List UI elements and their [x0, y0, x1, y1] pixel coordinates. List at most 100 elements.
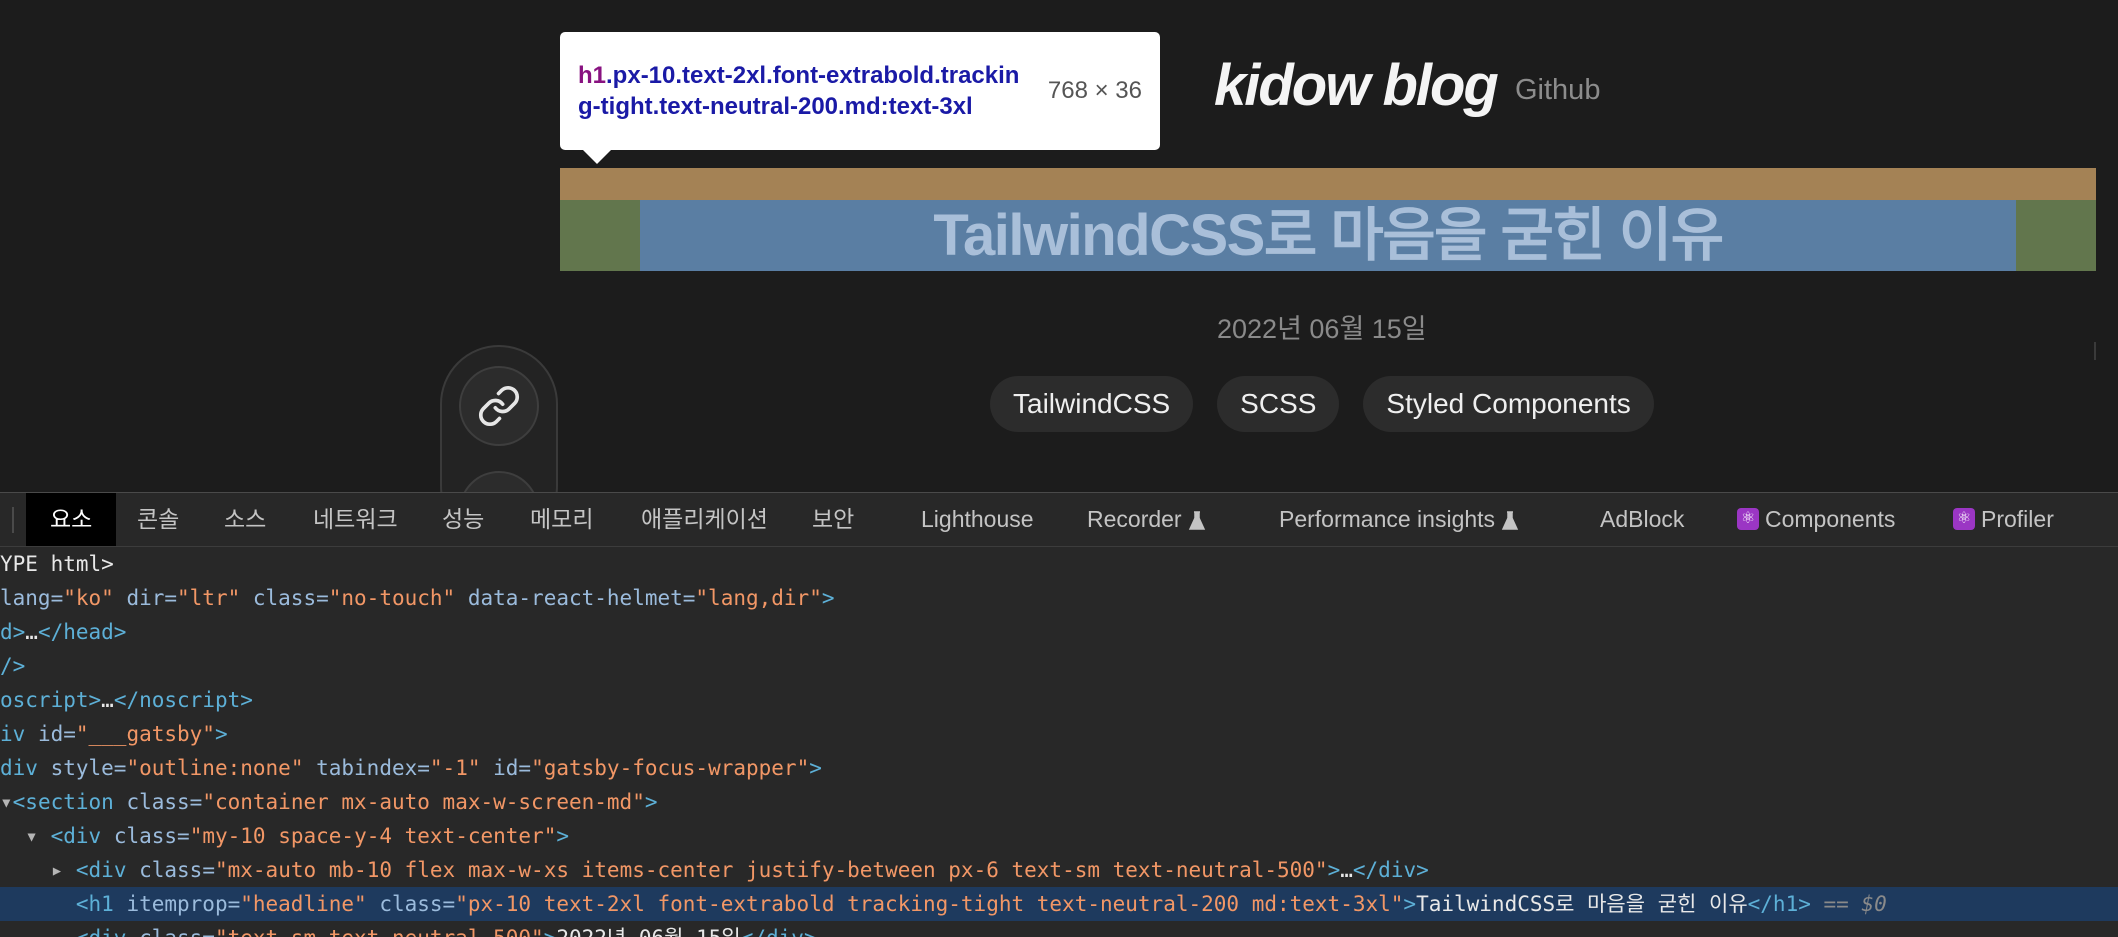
- dom-tag: </h1>: [1747, 892, 1811, 916]
- tab-memory[interactable]: 메모리: [530, 493, 593, 546]
- dom-tag: >: [644, 790, 658, 814]
- tab-adblock[interactable]: AdBlock: [1600, 493, 1684, 546]
- tab-recorder[interactable]: Recorder: [1087, 493, 1206, 546]
- share-bar: [440, 345, 558, 492]
- tab-elements[interactable]: 요소: [26, 493, 117, 546]
- dom-tag: oscript>: [0, 688, 102, 712]
- dom-attr-value: "lang,dir": [695, 586, 822, 610]
- dom-ellipsis: …: [25, 620, 38, 644]
- dom-attr-name: tabindex=: [303, 756, 430, 780]
- dom-tag: >: [821, 586, 835, 610]
- post-date: 2022년 06월 15일: [1217, 314, 1427, 344]
- dom-attr-name: itemprop=: [113, 892, 241, 916]
- nav-github-link[interactable]: Github: [1515, 74, 1600, 107]
- dom-attr-name: class=: [126, 858, 215, 882]
- dom-attr-value: "my-10 space-y-4 text-center": [189, 824, 557, 848]
- tab-recorder-label: Recorder: [1087, 506, 1182, 532]
- dom-text: TailwindCSS로 마음을 굳힌 이유: [1416, 892, 1748, 916]
- tooltip-size: 768 × 36: [1047, 77, 1142, 104]
- dom-tag: div: [0, 756, 38, 780]
- dom-tag: d>: [0, 620, 26, 644]
- dom-tag: </noscript>: [113, 688, 253, 712]
- tab-application[interactable]: 애플리케이션: [641, 493, 768, 546]
- dom-node-div-center[interactable]: ▾ <div class="my-10 space-y-4 text-cente…: [0, 819, 2118, 853]
- flask-icon: [1501, 511, 1519, 530]
- tab-profiler[interactable]: ⚛ Profiler: [1953, 493, 2054, 546]
- devtools-tabbar: 요소 콘솔 소스 네트워크 성능 메모리 애플리케이션 보안 Lighthous…: [0, 493, 2118, 547]
- tag-tailwindcss[interactable]: TailwindCSS: [990, 376, 1194, 432]
- dom-tag: iv: [0, 722, 26, 746]
- dom-tree: YPE html> lang="ko" dir="ltr" class="no-…: [0, 547, 2118, 937]
- expand-arrow-icon[interactable]: ▸: [51, 858, 64, 882]
- dom-node-gatsby[interactable]: iv id="___gatsby">: [0, 717, 2118, 751]
- dom-attr-value: "-1": [429, 756, 481, 780]
- dom-attr-value: "gatsby-focus-wrapper": [531, 756, 810, 780]
- tab-network[interactable]: 네트워크: [313, 493, 398, 546]
- devtools-panel: 요소 콘솔 소스 네트워크 성능 메모리 애플리케이션 보안 Lighthous…: [0, 492, 2118, 937]
- dom-node-html[interactable]: lang="ko" dir="ltr" class="no-touch" dat…: [0, 581, 2118, 615]
- react-icon: ⚛: [1953, 507, 1975, 530]
- tag-styled-components[interactable]: Styled Components: [1363, 376, 1654, 432]
- dom-tag: >: [544, 926, 557, 937]
- dom-tag: >: [1403, 892, 1417, 916]
- dom-tag: <div: [50, 824, 102, 848]
- dom-tag: <section: [12, 790, 114, 814]
- dom-attr-value: "___gatsby": [75, 722, 215, 746]
- dom-attr-name: id=: [25, 722, 76, 746]
- dom-node-focus-wrapper[interactable]: div style="outline:none" tabindex="-1" i…: [0, 751, 2118, 785]
- tab-lighthouse[interactable]: Lighthouse: [921, 493, 1034, 546]
- dom-tag: </div>: [741, 926, 817, 937]
- tab-sources[interactable]: 소스: [224, 493, 266, 546]
- dom-node-div-meta[interactable]: ▸ <div class="mx-auto mb-10 flex max-w-x…: [0, 853, 2118, 887]
- post-headline: TailwindCSS로 마음을 굳힌 이유: [933, 203, 1724, 268]
- collapse-arrow-icon[interactable]: ▾: [0, 790, 13, 814]
- scroll-indicator: [2094, 342, 2096, 360]
- dom-node-noscript[interactable]: oscript>…</noscript>: [0, 683, 2118, 717]
- dom-attr-value: "no-touch": [328, 586, 456, 610]
- dom-attr-value: "headline": [240, 892, 367, 916]
- link-icon: [478, 385, 520, 427]
- react-icon: ⚛: [1737, 507, 1759, 530]
- dom-node-body[interactable]: />: [0, 649, 2118, 683]
- dom-node-head[interactable]: d>…</head>: [0, 615, 2118, 649]
- site-title[interactable]: kidow blog: [1214, 52, 1499, 119]
- collapse-arrow-icon[interactable]: ▾: [25, 824, 38, 848]
- tab-security[interactable]: 보안: [812, 493, 854, 546]
- dom-tag: </div>: [1352, 858, 1429, 882]
- tab-performance[interactable]: 성능: [442, 493, 484, 546]
- dom-tag: <div: [75, 858, 127, 882]
- dom-attr-name: class=: [101, 824, 190, 848]
- dom-attr-name: id=: [480, 756, 532, 780]
- tag-scss[interactable]: SCSS: [1217, 376, 1340, 432]
- highlight-margin-overlay: [560, 168, 2096, 200]
- flask-icon: [1188, 511, 1205, 530]
- inspect-tooltip: h1.px-10.text-2xl.font-extrabold.trackin…: [560, 32, 1160, 164]
- dom-attr-name: data-react-helmet=: [455, 586, 696, 610]
- dom-tag: >: [556, 824, 570, 848]
- dom-attr-name: class=: [113, 790, 203, 814]
- dom-attr-name: class=: [126, 926, 215, 937]
- dom-tag: <h1: [75, 892, 114, 916]
- dom-tag: </head>: [37, 620, 127, 644]
- tab-performance-insights-label: Performance insights: [1279, 506, 1496, 532]
- tab-console[interactable]: 콘솔: [137, 493, 179, 546]
- copy-link-button[interactable]: [459, 366, 539, 446]
- dom-ellipsis: …: [101, 688, 114, 712]
- dom-attr-value: "outline:none": [126, 756, 304, 780]
- dom-attr-name: class=: [366, 892, 456, 916]
- dom-node-doctype[interactable]: YPE html>: [0, 547, 2118, 581]
- dom-attr-value: "mx-auto mb-10 flex max-w-xs items-cente…: [214, 858, 1328, 882]
- share-button[interactable]: [459, 471, 539, 492]
- dom-attr-value: "ko": [63, 586, 114, 610]
- tab-components[interactable]: ⚛ Components: [1737, 493, 1895, 546]
- dom-node-date-div[interactable]: <div class="text-sm text-neutral-500">20…: [0, 921, 2118, 937]
- tab-performance-insights[interactable]: Performance insights: [1279, 493, 1519, 546]
- dom-attr-value: "text-sm text-neutral-500": [215, 926, 544, 937]
- dom-text: 2022년 06월 15일: [556, 926, 740, 937]
- dom-node-section[interactable]: ▾<section class="container mx-auto max-w…: [0, 785, 2118, 819]
- tooltip-tag: h1: [578, 62, 607, 89]
- page-viewport: kidow blog Github TailwindCSS로 마음을 굳힌 이유…: [0, 0, 2118, 492]
- dom-attr-name: style=: [37, 756, 127, 780]
- tooltip-classes: .px-10.text-2xl.font-extrabold.tracking-…: [578, 62, 1020, 120]
- dom-node-h1-selected[interactable]: <h1 itemprop="headline" class="px-10 tex…: [0, 887, 2118, 921]
